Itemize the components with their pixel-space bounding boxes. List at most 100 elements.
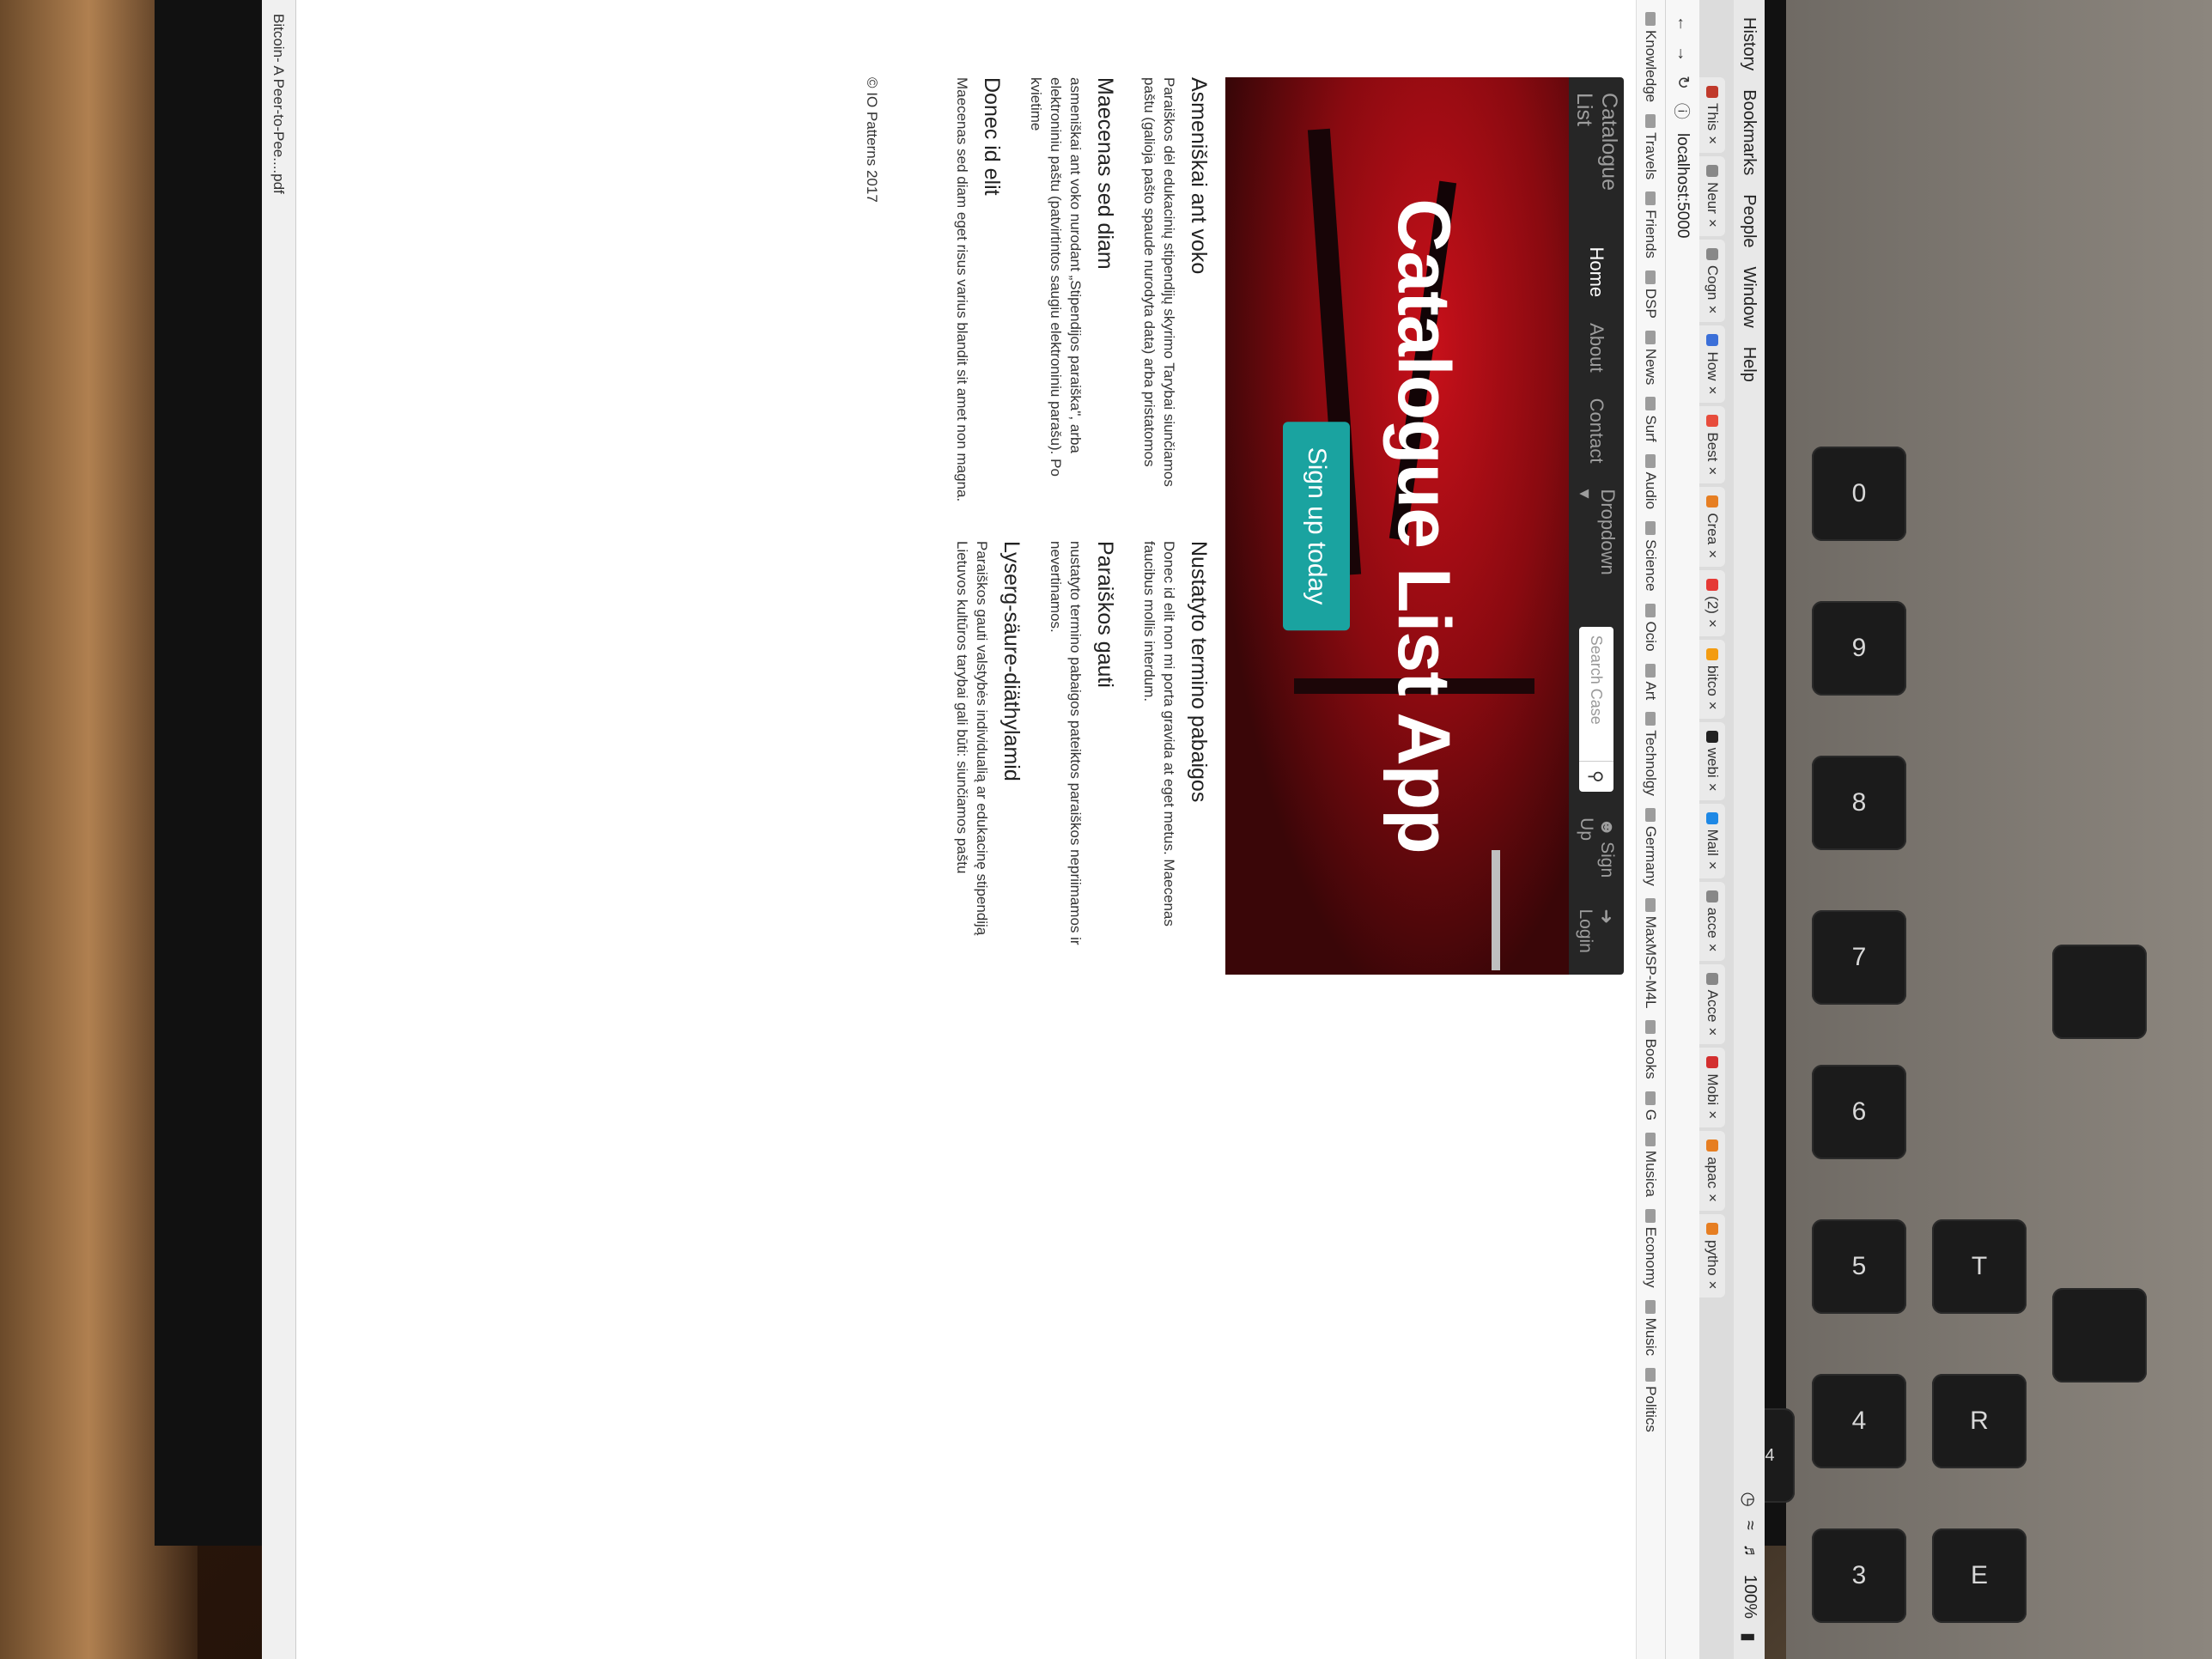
key-4[interactable]: 4 [1812, 1374, 1906, 1468]
tab-close-icon[interactable]: × [1704, 306, 1721, 314]
volume-icon[interactable]: ♬ [1739, 1544, 1760, 1561]
browser-tab[interactable]: Acce × [1699, 963, 1725, 1045]
download-item[interactable]: Bitcoin- A Peer-to-Pee....pdf [270, 14, 288, 194]
section-heading: Asmeniškai ant voko [1187, 77, 1211, 275]
browser-tab[interactable]: Neur × [1699, 156, 1725, 236]
browser-tab[interactable]: pytho × [1699, 1213, 1725, 1298]
bookmark-item[interactable]: Economy [1643, 1208, 1660, 1288]
tab-close-icon[interactable]: × [1704, 1281, 1721, 1290]
tab-close-icon[interactable]: × [1704, 944, 1721, 952]
tab-label: pytho [1705, 1239, 1721, 1276]
forward-arrow-icon[interactable]: → [1674, 46, 1692, 62]
content-columns: Asmeniškai ant voko Paraiškos dėl edukac… [930, 77, 1211, 975]
key-9[interactable]: 9 [1812, 601, 1906, 696]
folder-icon [1645, 1132, 1656, 1146]
key-0[interactable]: 0 [1812, 447, 1906, 541]
tab-close-icon[interactable]: × [1704, 466, 1721, 475]
browser-tab[interactable]: Cogn × [1699, 239, 1725, 323]
bookmark-item[interactable]: Audio [1643, 453, 1660, 509]
battery-percent: 100% [1741, 1574, 1760, 1619]
tab-close-icon[interactable]: × [1704, 136, 1721, 144]
tab-close-icon[interactable]: × [1704, 861, 1721, 870]
tab-close-icon[interactable]: × [1704, 1027, 1721, 1036]
tab-close-icon[interactable]: × [1704, 1194, 1721, 1202]
sign-up-link[interactable]: ☻ Sign Up [1576, 817, 1618, 886]
bookmark-item[interactable]: DSP [1643, 270, 1660, 319]
brand-link[interactable]: Catalogue List [1571, 93, 1621, 204]
tab-close-icon[interactable]: × [1704, 702, 1721, 710]
key-3[interactable]: 3 [1812, 1528, 1906, 1623]
nav-dropdown[interactable]: Dropdown ▾ [1574, 489, 1619, 574]
browser-tab[interactable]: webi × [1699, 721, 1725, 800]
browser-tab[interactable]: apac × [1699, 1131, 1725, 1211]
bookmark-label: G [1643, 1109, 1660, 1121]
bookmark-item[interactable]: Music [1643, 1299, 1660, 1356]
sign-up-today-button[interactable]: Sign up today [1283, 421, 1350, 631]
folder-icon [1645, 270, 1656, 284]
bookmark-item[interactable]: Knowledge [1643, 12, 1660, 102]
menu-help[interactable]: Help [1740, 347, 1759, 382]
bookmark-item[interactable]: Politics [1643, 1368, 1660, 1432]
wifi-icon[interactable]: ≈ [1739, 1521, 1760, 1530]
browser-tab[interactable]: bitco × [1699, 639, 1725, 719]
bookmark-item[interactable]: G [1643, 1091, 1660, 1121]
bookmark-label: Surf [1643, 415, 1660, 442]
browser-tab[interactable]: This × [1699, 77, 1725, 154]
search-icon[interactable]: ⚲ [1579, 760, 1613, 793]
tab-favicon-icon [1706, 972, 1718, 985]
menu-history[interactable]: History [1740, 17, 1759, 70]
url-field[interactable]: localhost:5000 [1674, 133, 1692, 239]
tab-label: apac [1705, 1157, 1721, 1189]
bookmark-item[interactable]: Surf [1643, 397, 1660, 442]
battery-icon[interactable]: ▮ [1739, 1632, 1760, 1642]
nav-contact[interactable]: Contact [1585, 398, 1607, 464]
tab-close-icon[interactable]: × [1704, 1110, 1721, 1119]
bookmark-item[interactable]: Science [1643, 521, 1660, 592]
browser-tab[interactable]: Mobi × [1699, 1048, 1725, 1128]
nav-home[interactable]: Home [1585, 246, 1607, 297]
tab-close-icon[interactable]: × [1704, 386, 1721, 394]
key-6[interactable]: 6 [1812, 1065, 1906, 1159]
browser-tab[interactable]: How × [1699, 325, 1725, 404]
tab-label: (2) [1705, 596, 1721, 614]
key-extra-1[interactable] [2052, 1288, 2147, 1382]
browser-tab[interactable]: Crea × [1699, 487, 1725, 568]
key-extra-2[interactable] [2052, 945, 2147, 1039]
tab-close-icon[interactable]: × [1704, 619, 1721, 628]
bookmark-item[interactable]: Friends [1643, 191, 1660, 258]
tab-close-icon[interactable]: × [1704, 550, 1721, 558]
browser-tab[interactable]: acce × [1699, 881, 1725, 961]
bookmark-item[interactable]: Travels [1643, 114, 1660, 179]
bookmark-item[interactable]: Germany [1643, 807, 1660, 886]
nav-about[interactable]: About [1585, 323, 1607, 373]
tab-close-icon[interactable]: × [1704, 219, 1721, 228]
key-8[interactable]: 8 [1812, 756, 1906, 850]
browser-tab[interactable]: (2) × [1699, 570, 1725, 636]
bookmark-item[interactable]: Ocio [1643, 603, 1660, 652]
key-7[interactable]: 7 [1812, 910, 1906, 1005]
login-link[interactable]: ➜ Login [1576, 908, 1618, 959]
bookmark-item[interactable]: News [1643, 330, 1660, 385]
back-arrow-icon[interactable]: ← [1674, 15, 1692, 32]
navbar: Catalogue List Home About Contact Dropdo… [1569, 77, 1624, 975]
menu-people[interactable]: People [1740, 194, 1759, 247]
browser-tab[interactable]: Mail × [1699, 803, 1725, 878]
browser-tab[interactable]: Best × [1699, 406, 1725, 484]
menu-bookmarks[interactable]: Bookmarks [1740, 89, 1759, 175]
bookmark-item[interactable]: MaxMSP-M4L [1643, 897, 1660, 1008]
key-r[interactable]: R [1932, 1374, 2027, 1468]
bookmark-item[interactable]: Musica [1643, 1132, 1660, 1197]
bookmark-item[interactable]: Art [1643, 663, 1660, 700]
menu-window[interactable]: Window [1740, 267, 1759, 328]
key-5[interactable]: 5 [1812, 1219, 1906, 1314]
reload-icon[interactable]: ↻ [1673, 76, 1692, 89]
key-e[interactable]: E [1932, 1528, 2027, 1623]
section-heading: Paraiškos gauti [1093, 541, 1117, 688]
search-input[interactable]: Search Case [1579, 626, 1613, 761]
tab-close-icon[interactable]: × [1704, 783, 1721, 792]
key-t[interactable]: T [1932, 1219, 2027, 1314]
clock-icon[interactable]: ◷ [1739, 1492, 1760, 1506]
bookmark-item[interactable]: Technolgy [1643, 712, 1660, 796]
bookmark-item[interactable]: Books [1643, 1020, 1660, 1079]
folder-icon [1645, 712, 1656, 726]
